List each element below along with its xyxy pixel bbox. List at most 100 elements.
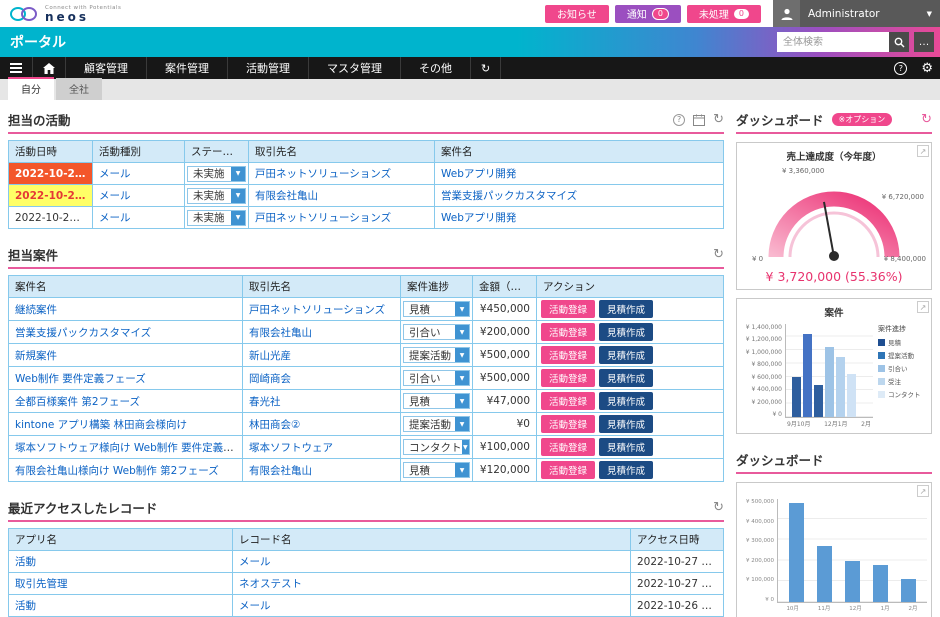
progress-dropdown[interactable]: 見積▼ [403,393,470,409]
register-activity-button[interactable]: 活動登録 [541,415,595,433]
create-estimate-button[interactable]: 見積作成 [599,369,653,387]
access-datetime: 2022-10-26 17:58 [631,595,724,617]
tick-label: ¥ 400,000 [746,519,774,525]
record-link[interactable]: メール [239,600,271,612]
progress-dropdown[interactable]: 見積▼ [403,462,470,478]
case-link[interactable]: 営業支援パックカスタマイズ [441,190,577,202]
activity-datetime: 2022-10-28 12:16 [9,207,93,229]
status-dropdown[interactable]: 未実施▼ [187,210,246,226]
create-estimate-button[interactable]: 見積作成 [599,346,653,364]
nav-item[interactable]: 顧客管理 [66,57,147,79]
account-link[interactable]: 有限会社亀山 [249,465,312,477]
register-activity-button[interactable]: 活動登録 [541,346,595,364]
refresh-icon[interactable]: ↻ [713,113,724,126]
expand-icon[interactable]: ↗ [917,485,929,497]
pending-button[interactable]: 未処理 0 [687,5,761,23]
record-link[interactable]: ネオステスト [239,578,302,590]
account-link[interactable]: 戸田ネットソリューションズ [249,304,385,316]
status-dropdown[interactable]: 未実施▼ [187,166,246,182]
dashboard2-title: ダッシュボード [736,450,824,469]
case-link[interactable]: 全都百様案件 第2フェーズ [15,396,140,408]
account-link[interactable]: 戸田ネットソリューションズ [255,212,391,224]
progress-dropdown[interactable]: 見積▼ [403,301,470,317]
create-estimate-button[interactable]: 見積作成 [599,415,653,433]
nav-item[interactable]: 案件管理 [147,57,228,79]
expand-icon[interactable]: ↗ [917,145,929,157]
register-activity-button[interactable]: 活動登録 [541,438,595,456]
refresh-icon[interactable]: ↻ [713,501,724,514]
settings-gear-icon[interactable]: ⚙ [914,57,940,79]
activity-type-link[interactable]: メール [99,212,131,224]
case-link[interactable]: 塚本ソフトウェア様向け Web制作 要件定義フェーズ [15,442,243,454]
app-link[interactable]: 取引先管理 [15,578,68,590]
user-menu[interactable]: Administrator ▼ [773,0,940,27]
nav-item[interactable]: 活動管理 [228,57,309,79]
account-link[interactable]: 岡崎商会 [249,373,291,385]
chart-bar [817,546,832,602]
nav-refresh-icon[interactable]: ↻ [471,57,501,79]
pending-count-badge: 0 [734,9,749,19]
register-activity-button[interactable]: 活動登録 [541,461,595,479]
progress-dropdown[interactable]: コンタクト▼ [403,439,470,455]
record-link[interactable]: メール [239,556,271,568]
create-estimate-button[interactable]: 見積作成 [599,323,653,341]
case-link[interactable]: Webアプリ開発 [441,168,516,180]
nav-item[interactable]: マスタ管理 [309,57,401,79]
help-icon[interactable]: ? [887,57,914,79]
activity-type-link[interactable]: メール [99,190,131,202]
app-link[interactable]: 活動 [15,556,36,568]
app-link[interactable]: 活動 [15,600,36,612]
notifications-button[interactable]: 通知 0 [615,5,681,23]
progress-dropdown[interactable]: 引合い▼ [403,370,470,386]
nav-item[interactable]: その他 [401,57,471,79]
neos-logo[interactable]: Connect with Potentials neos [8,5,121,23]
search-input[interactable] [777,32,889,52]
column-header: アクション [537,276,724,298]
refresh-icon[interactable]: ↻ [921,113,932,126]
tab-mine[interactable]: 自分 [8,77,54,100]
calendar-icon[interactable] [693,114,705,126]
case-link[interactable]: 継続案件 [15,304,57,316]
account-link[interactable]: 戸田ネットソリューションズ [255,168,391,180]
progress-dropdown[interactable]: 引合い▼ [403,324,470,340]
search-button[interactable] [889,32,909,52]
help-icon[interactable]: ? [673,114,685,126]
column-header: 活動日時 [9,141,93,163]
progress-dropdown[interactable]: 提案活動▼ [403,347,470,363]
account-link[interactable]: 有限会社亀山 [249,327,312,339]
account-link[interactable]: 新山光産 [249,350,291,362]
register-activity-button[interactable]: 活動登録 [541,392,595,410]
activity-type-link[interactable]: メール [99,168,131,180]
case-link[interactable]: Webアプリ開発 [441,212,516,224]
register-activity-button[interactable]: 活動登録 [541,369,595,387]
legend-swatch [878,365,885,372]
account-link[interactable]: 塚本ソフトウェア [249,442,333,454]
create-estimate-button[interactable]: 見積作成 [599,461,653,479]
progress-dropdown[interactable]: 提案活動▼ [403,416,470,432]
hamburger-menu-icon[interactable] [0,57,33,79]
case-link[interactable]: 有限会社亀山様向け Web制作 第2フェーズ [15,465,219,477]
case-link[interactable]: kintone アプリ構築 林田商会様向け [15,419,187,431]
chevron-down-icon: ▼ [231,211,245,225]
home-icon[interactable] [33,57,66,79]
gauge-value: ¥ 3,720,000 (55.36%) [741,269,927,284]
register-activity-button[interactable]: 活動登録 [541,323,595,341]
expand-icon[interactable]: ↗ [917,301,929,313]
more-options-button[interactable]: … [914,32,934,52]
tab-company[interactable]: 全社 [56,78,102,100]
refresh-icon[interactable]: ↻ [713,248,724,261]
case-link[interactable]: 新規案件 [15,350,57,362]
announcements-button[interactable]: お知らせ [545,5,609,23]
case-link[interactable]: 営業支援パックカスタマイズ [15,327,151,339]
register-activity-button[interactable]: 活動登録 [541,300,595,318]
status-dropdown[interactable]: 未実施▼ [187,188,246,204]
create-estimate-button[interactable]: 見積作成 [599,300,653,318]
create-estimate-button[interactable]: 見積作成 [599,438,653,456]
create-estimate-button[interactable]: 見積作成 [599,392,653,410]
case-link[interactable]: Web制作 要件定義フェーズ [15,373,146,385]
account-link[interactable]: 有限会社亀山 [255,190,318,202]
amount: ¥200,000 [473,321,537,344]
account-link[interactable]: 林田商会② [249,419,300,431]
account-link[interactable]: 春光社 [249,396,281,408]
nav-right: ? ⚙ [887,57,940,79]
